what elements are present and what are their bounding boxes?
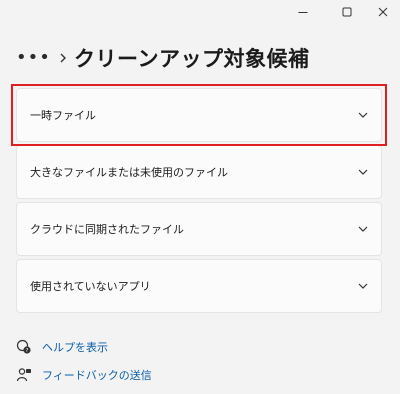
chevron-right-icon — [52, 52, 74, 64]
maximize-icon — [342, 7, 352, 17]
overflow-menu-button[interactable]: ••• — [16, 49, 52, 67]
section-large-unused-files[interactable]: 大きなファイルまたは未使用のファイル — [16, 145, 382, 199]
minimize-button[interactable] — [288, 0, 318, 24]
breadcrumb: ••• クリーンアップ対象候補 — [16, 40, 384, 76]
section-unused-apps[interactable]: 使用されていないアプリ — [16, 259, 382, 313]
section-cloud-synced-files[interactable]: クラウドに同期されたファイル — [16, 202, 382, 256]
section-label: 大きなファイルまたは未使用のファイル — [30, 166, 228, 179]
minimize-icon — [298, 12, 308, 13]
help-link[interactable]: ? ヘルプを表示 — [16, 338, 108, 356]
chevron-down-icon — [357, 168, 369, 176]
section-label: 使用されていないアプリ — [30, 280, 151, 293]
section-label: クラウドに同期されたファイル — [30, 223, 184, 236]
help-icon: ? — [16, 338, 38, 356]
svg-text:?: ? — [26, 348, 29, 354]
chevron-down-icon — [357, 225, 369, 233]
chevron-down-icon — [357, 111, 369, 119]
chevron-down-icon — [357, 282, 369, 290]
section-temporary-files[interactable]: 一時ファイル — [16, 88, 382, 142]
feedback-icon — [16, 366, 38, 384]
title-bar — [0, 0, 400, 24]
help-link-label[interactable]: ヘルプを表示 — [42, 339, 108, 355]
section-label: 一時ファイル — [30, 109, 96, 122]
feedback-link-label[interactable]: フィードバックの送信 — [42, 367, 152, 383]
feedback-link[interactable]: フィードバックの送信 — [16, 366, 152, 384]
close-icon — [378, 7, 388, 17]
page-title: クリーンアップ対象候補 — [74, 47, 310, 71]
maximize-button[interactable] — [332, 0, 362, 24]
close-button[interactable] — [368, 0, 398, 24]
